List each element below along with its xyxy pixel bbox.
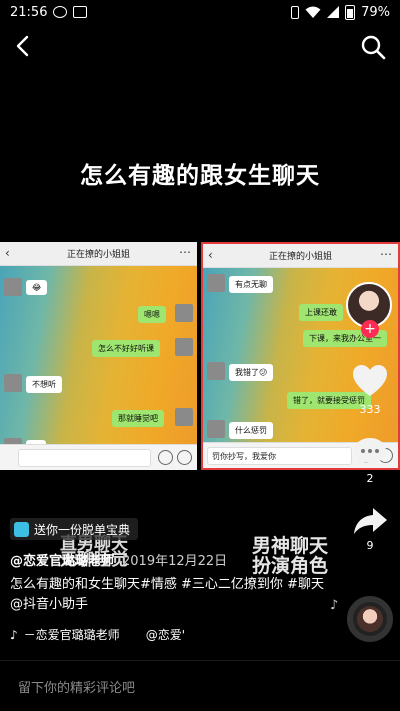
video-headline: 怎么有趣的跟女生聊天 [80, 163, 320, 189]
plus-icon [177, 450, 192, 465]
chat-person-icon: ⋯ [179, 245, 191, 259]
chat-input-field [18, 449, 151, 467]
music-info[interactable]: ♪ －恋爱官璐璐老师 @恋爱' [10, 626, 185, 643]
chat-bubble: 不想听 [26, 376, 62, 393]
avatar [4, 278, 22, 296]
link-icon [14, 521, 29, 537]
chat-bubble: 我错了😕 [229, 364, 274, 381]
promo-label: 送你一份脱单宝典 [34, 522, 131, 537]
chat-back-icon: ‹ [208, 248, 213, 262]
battery-icon [345, 4, 356, 20]
chat-bubble: 有点无聊 [229, 276, 273, 293]
chat-input-text: 罚你抄写，我爱你 [212, 452, 276, 461]
comment-count: 2 [366, 472, 374, 485]
chat-bubble: 嗯嗯 [138, 306, 166, 323]
follow-button[interactable]: + [361, 320, 379, 338]
status-bar: 21:56 79% [0, 0, 400, 24]
chat-titlebar: ‹ 正在撩的小姐姐 ⋯ [0, 242, 197, 266]
chat-bubble: 上课还敢 [299, 304, 343, 321]
avatar [175, 338, 193, 356]
music-disc-cover [357, 606, 383, 632]
chat-input-field: 罚你抄写，我爱你 [207, 447, 352, 465]
chat-titlebar: ‹ 正在撩的小姐姐 ⋯ [203, 244, 398, 268]
battery-percent: 79% [361, 4, 390, 20]
post-meta: @恋爱官璐璐老师 2019年12月22日 [10, 550, 227, 569]
avatar [175, 304, 193, 322]
share-count: 9 [366, 539, 374, 552]
overlay-line: 男神聊天 [252, 535, 329, 557]
chat-title: 正在撩的小姐姐 [66, 250, 130, 260]
overlay-line: 扮演角色 [252, 555, 329, 577]
chat-background: 😂 嗯嗯 怎么不好好听课 不想听 那就睡觉吧 嗯 [0, 266, 197, 457]
avatar [175, 408, 193, 426]
music-extra: @恋爱' [145, 628, 185, 642]
comment-icon[interactable] [352, 436, 388, 468]
back-arrow-icon[interactable] [12, 34, 36, 58]
image-icon [73, 6, 88, 18]
wechat-icon [53, 6, 68, 18]
status-time: 21:56 [10, 4, 48, 20]
comment-bar[interactable]: 留下你的精彩评论吧 [0, 660, 400, 711]
music-title: －恋爱官璐璐老师 [23, 628, 120, 642]
chat-title: 正在撩的小姐姐 [268, 252, 332, 262]
tiktok-note-icon: ♪ [10, 627, 18, 642]
comment-input-placeholder[interactable]: 留下你的精彩评论吧 [18, 677, 135, 696]
chat-bubble: 怎么不好好听课 [92, 340, 160, 357]
post-description[interactable]: 怎么有趣的和女生聊天#情感 #三心二亿撩到你 #聊天 @抖音小助手 [10, 575, 330, 615]
chat-input-bar [0, 444, 197, 470]
avatar [207, 274, 225, 292]
music-note-icon: ♪ [330, 598, 339, 613]
overlay-caption-right: 男神聊天 扮演角色 [252, 536, 328, 576]
avatar [4, 374, 22, 392]
emoji-icon [158, 450, 173, 465]
chat-bubble: 什么惩罚 [229, 422, 273, 439]
wifi-icon [305, 6, 321, 18]
search-icon[interactable] [360, 34, 386, 60]
post-username[interactable]: @恋爱官璐璐老师 [10, 550, 114, 569]
chat-bubble: 那就睡觉吧 [112, 410, 164, 427]
cellular-icon [327, 6, 340, 18]
vibrate-icon [291, 5, 300, 19]
like-count: 333 [359, 403, 381, 416]
post-date: 2019年12月22日 [122, 554, 228, 569]
music-disc[interactable] [347, 596, 393, 642]
avatar [207, 362, 225, 380]
like-heart-icon[interactable] [352, 364, 388, 398]
video-panel-left[interactable]: ‹ 正在撩的小姐姐 ⋯ 😂 嗯嗯 怎么不好好听课 不想听 那就睡觉吧 嗯 [0, 242, 197, 470]
chat-bubble: 😂 [26, 280, 48, 295]
share-arrow-icon[interactable] [352, 506, 388, 536]
chat-back-icon: ‹ [5, 246, 10, 260]
avatar [207, 420, 225, 438]
promo-link[interactable]: 送你一份脱单宝典 [10, 518, 139, 540]
chat-person-icon: ⋯ [380, 247, 392, 261]
